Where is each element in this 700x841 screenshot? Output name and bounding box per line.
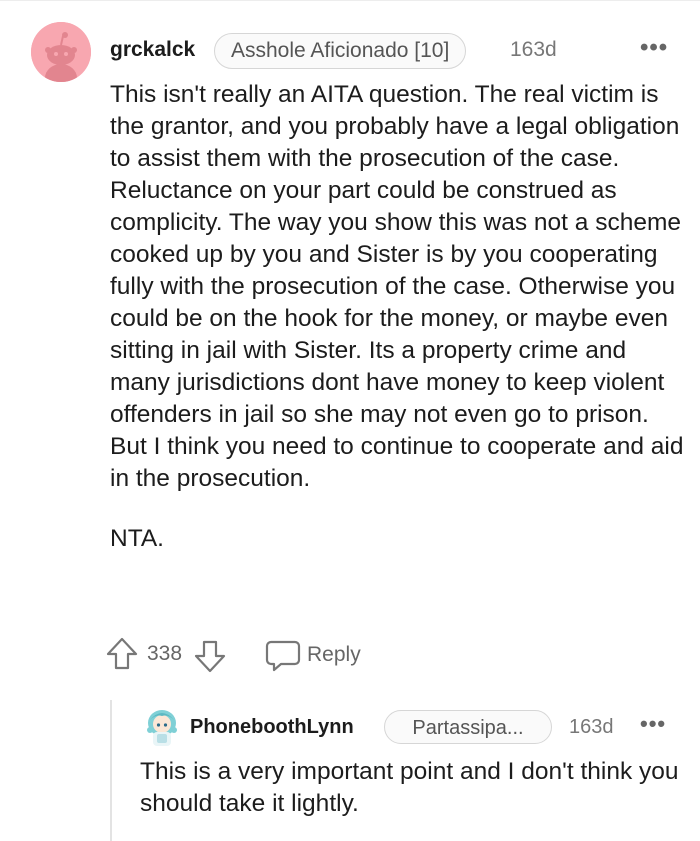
upvote-arrow-icon [106,637,138,670]
comment-paragraph: NTA. [110,525,164,552]
downvote-arrow-icon [194,640,226,673]
snoo-avatar-icon [31,22,91,82]
reply-username[interactable]: PhoneboothLynn [190,716,354,739]
comment-paragraph: This isn't really an AITA question. The … [110,81,684,492]
thread-line[interactable] [110,700,112,841]
reply-user-avatar[interactable] [140,704,184,748]
comment-username[interactable]: grckalck [110,38,195,62]
reply-body: This is a very important point and I don… [140,758,679,817]
user-flair-badge: Asshole Aficionado [10] [214,33,467,69]
comment-action-bar: 338 Reply [105,636,605,676]
reply-user-flair-badge: Partassipa... [384,710,552,744]
upvote-button[interactable] [105,636,139,672]
more-options-icon[interactable]: ••• [640,36,668,60]
vote-count: 338 [147,642,183,665]
comment-timestamp: 163d [510,38,557,61]
reply-button[interactable]: Reply [265,638,361,672]
top-divider [0,0,700,1]
reply-more-options-icon[interactable]: ••• [640,713,666,735]
anime-avatar-icon [147,710,177,746]
downvote-button[interactable] [193,638,227,674]
reply-label: Reply [307,643,361,666]
comment-body: This isn't really an AITA question. The … [110,79,685,555]
user-avatar[interactable] [31,22,91,82]
reply-timestamp: 163d [569,716,614,738]
speech-bubble-icon [265,640,301,672]
